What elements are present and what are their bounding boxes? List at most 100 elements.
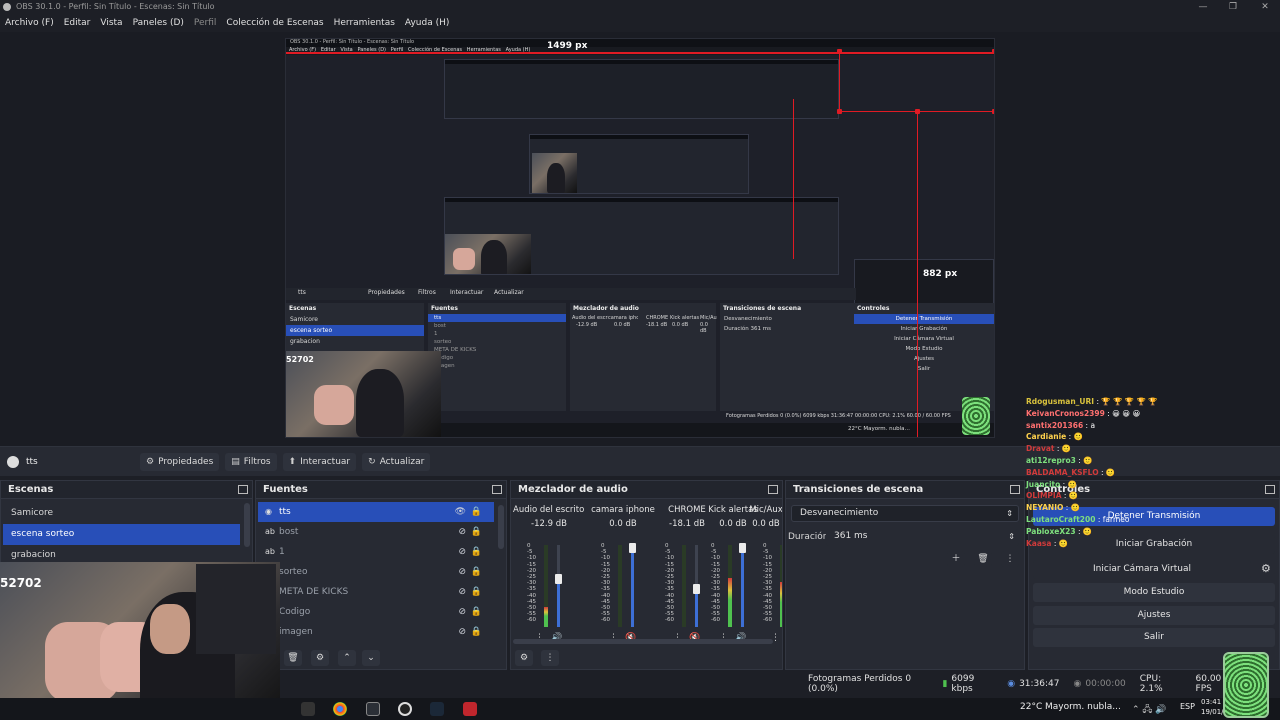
lock-icon[interactable]: 🔒 [471,502,482,522]
source-item[interactable]: ◎META DE KICKS⊘🔒 [258,582,494,602]
mixer-menu-button[interactable]: ⋮ [541,650,559,666]
obs-icon[interactable] [398,702,412,716]
source-item[interactable]: ab bost ⊘ 🔒 [258,522,494,542]
source-item[interactable]: abCodigo⊘🔒 [258,602,494,622]
scene-item[interactable]: Samicore [3,503,240,524]
transitions-title: Transiciones de escena [793,484,924,495]
hidden-icon[interactable]: ⊘ [458,542,466,562]
lock-icon[interactable]: 🔒 [471,522,482,542]
transition-menu-button[interactable]: ⋮ [1001,551,1019,567]
hidden-icon[interactable]: ⊘ [458,622,466,642]
weather-temp[interactable]: 22°C [1020,702,1042,712]
guide-handle[interactable] [915,109,920,114]
chrome-icon[interactable] [333,702,347,716]
chat-text: 🙂 [1067,479,1077,489]
move-up-button[interactable]: ⌃ [338,650,356,666]
remove-transition-button[interactable]: 🗑 [974,551,992,567]
obs-logo-icon [3,3,11,11]
exit-button[interactable]: Salir [1033,628,1275,647]
add-transition-button[interactable]: ＋ [947,551,965,567]
channel-db: 0.0 dB [752,519,780,529]
input-language[interactable]: ESP [1180,702,1195,711]
scenes-scrollbar[interactable] [244,503,250,547]
hidden-icon[interactable]: ⊘ [458,602,466,622]
interact-button[interactable]: ⬆ Interactuar [282,452,357,471]
hidden-icon[interactable]: ⊘ [458,562,466,582]
sources-dock: Fuentes ◉tts👁🔒 abbost⊘🔒 ab1⊘🔒 ▣sorteo⊘🔒 … [255,480,507,670]
properties-button[interactable]: ⚙ Propiedades [140,452,220,471]
mixer-settings-button[interactable]: ⚙ [515,650,533,666]
minimize-button[interactable]: — [1188,0,1218,14]
undock-icon[interactable] [768,485,778,494]
lock-icon[interactable]: 🔒 [471,582,482,602]
transition-select[interactable]: Desvanecimiento ⇕ [791,505,1019,522]
hidden-icon[interactable]: ⊘ [458,522,466,542]
chat-username: Rdogusman_URI [1026,397,1095,406]
app-icon[interactable] [366,702,380,716]
menu-edit[interactable]: Editar [64,18,91,28]
chat-message: OLIMPIA : 🙂 [1026,491,1079,501]
menu-profile[interactable]: Perfil [194,18,217,28]
dropped-frames: Fotogramas Perdidos 0 (0.0%) [808,674,912,694]
guide-handle[interactable] [837,109,842,114]
chat-username: Juancito [1026,479,1061,489]
cup-icon [1223,652,1269,718]
hidden-icon[interactable]: ⊘ [458,582,466,602]
nested-title: OBS 30.1.0 - Perfil: Sin Título - Escena… [290,39,415,45]
guide-vertical-2 [994,39,995,112]
source-item[interactable]: ▣sorteo⊘🔒 [258,562,494,582]
menu-docks[interactable]: Paneles (D) [133,18,184,28]
mixer-scrollbar[interactable] [513,639,773,644]
menu-help[interactable]: Ayuda (H) [405,18,449,28]
source-settings-button[interactable]: ⚙ [311,650,329,666]
studio-mode-button[interactable]: Modo Estudio [1033,583,1275,602]
source-item[interactable]: ◉ tts 👁 🔒 [258,502,494,522]
guide-handle[interactable] [992,109,994,114]
app-icon[interactable] [463,702,477,716]
menu-file[interactable]: Archivo (F) [5,18,54,28]
duration-spinbox[interactable]: 361 ms ⇕ [826,529,1019,546]
menu-scene-collection[interactable]: Colección de Escenas [226,18,323,28]
undock-icon[interactable] [1010,485,1020,494]
filters-button[interactable]: ▤ Filtros [225,452,277,471]
source-item[interactable]: ab 1 ⊘ 🔒 [258,542,494,562]
nested-controls-dock: Controles Detener Transmisión Iniciar Gr… [854,303,994,411]
undock-icon[interactable] [238,485,248,494]
guide-vertical-1 [839,52,840,112]
chat-message: NEYANIO : 🙂 [1026,503,1081,513]
chat-username: santix201366 [1026,420,1084,430]
width-label: 1499 px [547,41,588,51]
menu-tools[interactable]: Herramientas [334,18,395,28]
steam-icon[interactable] [430,702,444,716]
lock-icon[interactable]: 🔒 [471,542,482,562]
recursive-window-2 [529,134,749,194]
lock-icon[interactable]: 🔒 [471,602,482,622]
refresh-button[interactable]: ↻ Actualizar [362,452,431,471]
app-icon[interactable] [301,702,315,716]
visibility-icon[interactable]: 👁 [455,502,466,522]
tray-icons[interactable]: ⌃ 🖧 🔊 [1132,702,1167,718]
weather-desc[interactable]: Mayorm. nubla... [1045,702,1121,712]
clock-time[interactable]: 03:41 [1201,698,1221,706]
lock-icon[interactable]: 🔒 [471,622,482,642]
sources-scrollbar[interactable] [498,505,504,549]
volume-slider[interactable] [555,545,562,627]
chat-message: Cardianie : 🙂 [1026,432,1083,442]
lock-icon[interactable]: 🔒 [471,562,482,582]
move-down-button[interactable]: ⌄ [362,650,380,666]
chat-text: 🙂 [1061,444,1072,454]
guide-handle[interactable] [992,49,994,54]
undock-icon[interactable] [492,485,502,494]
volume-slider[interactable] [739,543,746,627]
maximize-button[interactable]: ❐ [1218,0,1248,14]
remove-source-button[interactable]: 🗑 [284,650,302,666]
close-button[interactable]: ✕ [1250,0,1280,14]
menu-view[interactable]: Vista [100,18,122,28]
preview-canvas[interactable]: OBS 30.1.0 - Perfil: Sin Título - Escena… [0,32,1280,446]
scene-item[interactable]: escena sorteo [3,524,240,545]
settings-button[interactable]: Ajustes [1033,606,1275,625]
volume-slider[interactable] [629,543,636,627]
guide-vertical-3 [793,99,794,259]
guide-handle[interactable] [837,49,842,54]
source-item[interactable]: ▣imagen⊘🔒 [258,622,494,642]
